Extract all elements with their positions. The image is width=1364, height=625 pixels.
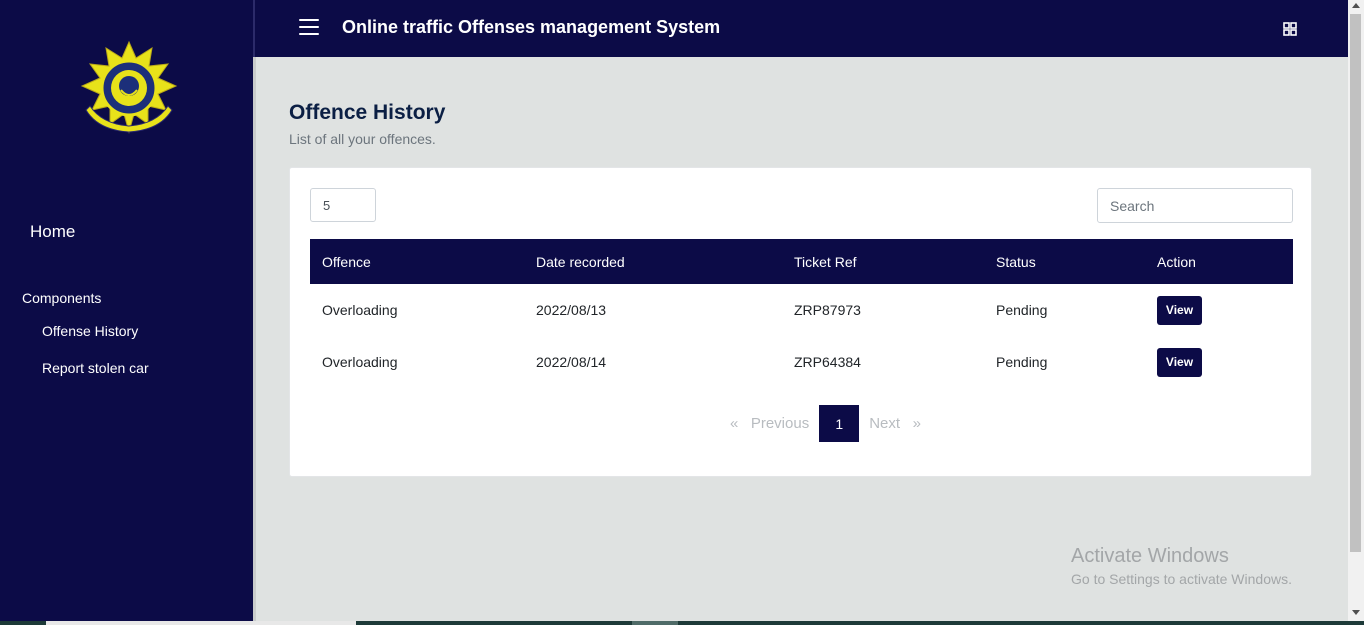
pagination: « Previous 1 Next » xyxy=(720,405,931,442)
view-button[interactable]: View xyxy=(1157,295,1202,325)
cell-offence: Overloading xyxy=(322,302,398,318)
cell-date: 2022/08/13 xyxy=(536,302,607,318)
column-header-offence[interactable]: Offence xyxy=(310,239,524,284)
sidebar-divider xyxy=(253,57,256,621)
windows-activation-watermark: Activate Windows Go to Settings to activ… xyxy=(1071,545,1292,587)
sidebar-item-home[interactable]: Home xyxy=(30,222,75,242)
taskbar-segment xyxy=(632,621,678,625)
column-header-status[interactable]: Status xyxy=(984,239,1145,284)
scroll-up-arrow-icon[interactable] xyxy=(1352,3,1360,8)
page-title: Offence History xyxy=(289,101,446,124)
table-row: Overloading 2022/08/13 ZRP87973 Pending … xyxy=(310,284,1293,336)
cell-offence: Overloading xyxy=(322,354,398,370)
sidebar-section-components: Components xyxy=(22,290,102,306)
offence-table: Offence Date recorded Ticket Ref Status … xyxy=(310,239,1293,388)
top-navbar: Online traffic Offenses management Syste… xyxy=(253,0,1348,57)
cell-ticket-ref: ZRP87973 xyxy=(794,302,861,318)
sidebar-item-offense-history[interactable]: Offense History xyxy=(42,323,138,339)
cell-action: View xyxy=(1145,336,1293,388)
table-header-row: Offence Date recorded Ticket Ref Status … xyxy=(310,239,1293,284)
watermark-subtitle: Go to Settings to activate Windows. xyxy=(1071,571,1292,587)
pagination-next[interactable]: Next » xyxy=(859,415,931,432)
cell-action: View xyxy=(1145,284,1293,336)
vertical-scrollbar[interactable] xyxy=(1348,0,1364,621)
view-button[interactable]: View xyxy=(1157,347,1202,377)
pagination-previous[interactable]: « Previous xyxy=(720,415,819,432)
cell-ticket-ref: ZRP64384 xyxy=(794,354,861,370)
sidebar: Home Components Offense History Report s… xyxy=(0,0,253,621)
table-row: Overloading 2022/08/14 ZRP64384 Pending … xyxy=(310,336,1293,388)
grid-apps-icon[interactable] xyxy=(1283,22,1297,36)
column-header-action[interactable]: Action xyxy=(1145,239,1293,284)
offence-table-card: 5 Offence Date recorded Ticket Ref Statu… xyxy=(289,167,1312,477)
watermark-title: Activate Windows xyxy=(1071,545,1229,567)
page-subtitle: List of all your offences. xyxy=(289,131,436,147)
cell-status: Pending xyxy=(996,354,1048,370)
search-input[interactable] xyxy=(1097,188,1293,223)
police-badge-logo xyxy=(80,40,178,134)
os-taskbar xyxy=(0,621,1364,625)
cell-date: 2022/08/14 xyxy=(536,354,607,370)
pagination-page-1[interactable]: 1 xyxy=(819,405,860,442)
sidebar-item-report-stolen-car[interactable]: Report stolen car xyxy=(42,360,149,376)
scroll-down-arrow-icon[interactable] xyxy=(1352,610,1360,615)
taskbar-segment xyxy=(46,621,356,625)
column-header-date-recorded[interactable]: Date recorded xyxy=(524,239,782,284)
scrollbar-thumb[interactable] xyxy=(1350,14,1361,552)
cell-status: Pending xyxy=(996,302,1048,318)
app-title: Online traffic Offenses management Syste… xyxy=(342,17,721,37)
column-header-ticket-ref[interactable]: Ticket Ref xyxy=(782,239,984,284)
entries-per-page-select[interactable]: 5 xyxy=(310,188,376,222)
hamburger-menu-icon[interactable] xyxy=(299,19,319,35)
